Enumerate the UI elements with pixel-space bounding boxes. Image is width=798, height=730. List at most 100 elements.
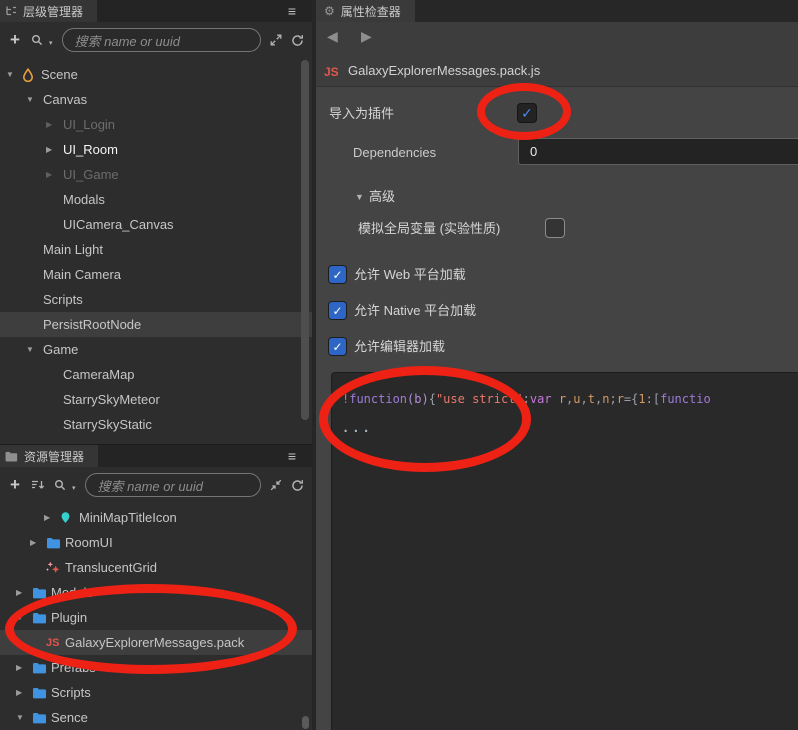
tree-row-cameramap[interactable]: CameraMap: [0, 362, 312, 387]
advanced-section-arrow-icon[interactable]: ▼: [355, 192, 364, 202]
disclosure-open-icon[interactable]: ▼: [26, 345, 42, 354]
nav-forward-icon[interactable]: ▶: [361, 28, 372, 45]
tab-inspector[interactable]: ⚙ 属性检查器: [316, 0, 415, 22]
tree-row-ui-room[interactable]: ▶ UI_Room: [0, 137, 312, 162]
node-label: Scripts: [43, 292, 83, 307]
tree-row-uicamera-canvas[interactable]: UICamera_Canvas: [0, 212, 312, 237]
hierarchy-search-input[interactable]: 搜索 name or uuid: [61, 28, 261, 52]
tree-row-translucentgrid[interactable]: TranslucentGrid: [0, 555, 312, 580]
tab-assets[interactable]: 资源管理器: [0, 445, 99, 467]
tree-row-sence[interactable]: ▼ Sence: [0, 705, 312, 730]
inspector-tabstrip: ⚙ 属性检查器: [316, 0, 798, 22]
disclosure-open-icon[interactable]: ▼: [26, 95, 42, 104]
tree-row-main-light[interactable]: Main Light: [0, 237, 312, 262]
tree-row-starryskymeteor[interactable]: StarrySkyMeteor: [0, 387, 312, 412]
code-line-1: !function(b){"use strict";var r,u,t,n;r=…: [342, 392, 798, 406]
node-label: TranslucentGrid: [65, 560, 157, 575]
code-token: u: [573, 392, 581, 406]
disclosure-closed-icon[interactable]: ▶: [16, 588, 32, 597]
check-icon: ✓: [521, 104, 533, 121]
node-label: StarrySkyStatic: [63, 417, 152, 432]
dependencies-input[interactable]: 0: [518, 138, 798, 165]
code-token: functio: [660, 392, 711, 406]
assets-search-input[interactable]: 搜索 name or uuid: [84, 473, 261, 497]
search-filter-caret-icon[interactable]: ▾: [72, 484, 76, 492]
sort-icon[interactable]: [31, 479, 45, 491]
search-filter-icon[interactable]: [54, 479, 67, 492]
tree-row-game[interactable]: ▼ Game: [0, 337, 312, 362]
node-label: UICamera_Canvas: [63, 217, 174, 232]
node-label: Modals: [63, 192, 105, 207]
hierarchy-tree: ▼ Scene ▼ Canvas ▶ UI_Login ▶ UI_Room ▶ UI_Game Mo…: [0, 62, 312, 437]
disclosure-closed-icon[interactable]: ▶: [16, 688, 32, 697]
allow-native-checkbox[interactable]: ✓: [329, 302, 346, 319]
refresh-icon[interactable]: [291, 34, 304, 47]
create-asset-button[interactable]: +: [8, 476, 22, 493]
tree-row-scripts[interactable]: Scripts: [0, 287, 312, 312]
tree-row-starryskystatic[interactable]: StarrySkyStatic: [0, 412, 312, 437]
code-token: ;: [522, 392, 530, 406]
tree-row-scene[interactable]: ▼ Scene: [0, 62, 312, 87]
tab-hierarchy[interactable]: 层级管理器: [0, 0, 98, 22]
code-token: ;: [609, 392, 617, 406]
code-line-ellipsis: ...: [342, 421, 373, 435]
hierarchy-scrollbar[interactable]: [301, 60, 309, 420]
code-token: {: [428, 392, 436, 406]
tree-row-canvas[interactable]: ▼ Canvas: [0, 87, 312, 112]
import-as-plugin-checkbox[interactable]: ✓: [517, 103, 537, 123]
disclosure-closed-icon[interactable]: ▶: [44, 513, 60, 522]
disclosure-open-icon[interactable]: ▼: [16, 613, 32, 622]
disclosure-open-icon[interactable]: ▼: [16, 713, 32, 722]
code-token: t: [587, 392, 595, 406]
disclosure-closed-icon[interactable]: ▶: [46, 120, 62, 129]
assets-menu-icon[interactable]: ≡: [288, 447, 296, 465]
check-icon: ✓: [332, 267, 343, 282]
tree-row-modals[interactable]: Modals: [0, 187, 312, 212]
code-token: function: [349, 392, 408, 406]
check-icon: ✓: [332, 303, 343, 318]
hierarchy-tabstrip: 层级管理器 ≡: [0, 0, 312, 22]
allow-editor-checkbox[interactable]: ✓: [329, 338, 346, 355]
collapse-all-icon[interactable]: [270, 479, 282, 491]
simulate-globals-checkbox[interactable]: [545, 218, 565, 238]
tree-row-prefabs[interactable]: ▶ Prefabs: [0, 655, 312, 680]
disclosure-closed-icon[interactable]: ▶: [16, 663, 32, 672]
tree-row-scripts[interactable]: ▶ Scripts: [0, 680, 312, 705]
tree-row-ui-game[interactable]: ▶ UI_Game: [0, 162, 312, 187]
simulate-globals-label: 模拟全局变量 (实验性质): [358, 221, 501, 236]
tree-row-minimaptitleicon[interactable]: ▶ MiniMapTitleIcon: [0, 505, 312, 530]
tree-row-models[interactable]: ▶ Models: [0, 580, 312, 605]
assets-tree: ▶ MiniMapTitleIcon ▶ RoomUI TranslucentGrid ▶…: [0, 505, 312, 730]
hierarchy-menu-icon[interactable]: ≡: [288, 2, 296, 20]
tree-row-galaxyexplorermessages-pack[interactable]: JS GalaxyExplorerMessages.pack: [0, 630, 312, 655]
refresh-icon[interactable]: [291, 479, 304, 492]
expand-all-icon[interactable]: [270, 34, 282, 46]
disclosure-closed-icon[interactable]: ▶: [30, 538, 46, 547]
allow-web-checkbox[interactable]: ✓: [329, 266, 346, 283]
advanced-section-label[interactable]: 高级: [369, 189, 395, 205]
search-filter-icon[interactable]: [31, 34, 44, 47]
assets-scrollbar[interactable]: [302, 716, 309, 729]
code-token: ,: [580, 392, 588, 406]
disclosure-closed-icon[interactable]: ▶: [46, 170, 62, 179]
node-label: Sence: [51, 710, 88, 725]
disclosure-open-icon[interactable]: ▼: [6, 70, 22, 79]
tree-row-ui-login[interactable]: ▶ UI_Login: [0, 112, 312, 137]
tree-row-main-camera[interactable]: Main Camera: [0, 262, 312, 287]
check-icon: ✓: [332, 339, 343, 354]
create-node-button[interactable]: +: [8, 31, 22, 48]
folder-tab-icon: [5, 451, 18, 462]
disclosure-closed-icon[interactable]: ▶: [46, 145, 62, 154]
tree-row-roomui[interactable]: ▶ RoomUI: [0, 530, 312, 555]
code-token: r: [616, 392, 624, 406]
tree-row-plugin[interactable]: ▼ Plugin: [0, 605, 312, 630]
search-filter-caret-icon[interactable]: ▾: [49, 39, 53, 47]
js-file-icon: JS: [324, 65, 339, 79]
folder-icon: [32, 712, 50, 724]
tab-assets-label: 资源管理器: [24, 449, 85, 464]
folder-icon: [32, 662, 50, 674]
nav-back-icon[interactable]: ◀: [327, 28, 338, 45]
node-label: Main Camera: [43, 267, 122, 282]
code-token: r: [558, 392, 567, 406]
tree-row-persistrootnode[interactable]: PersistRootNode: [0, 312, 312, 337]
